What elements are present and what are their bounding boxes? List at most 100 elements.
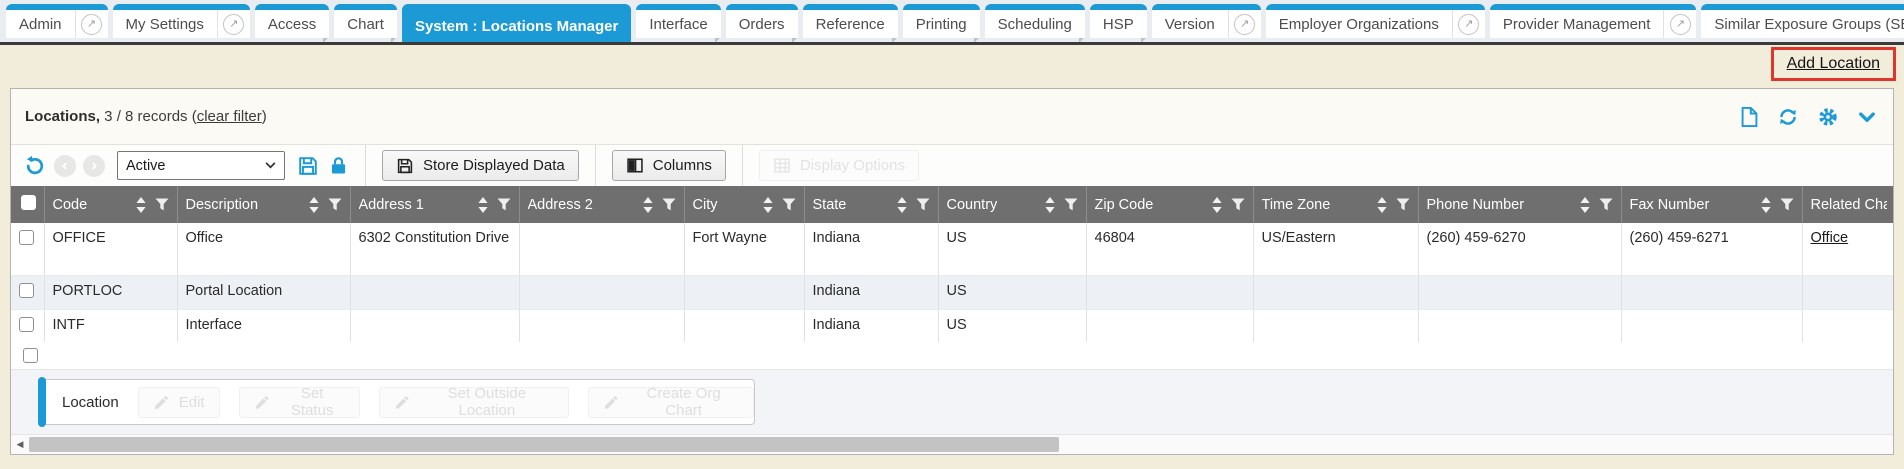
cell-phone: (260) 459-6270 <box>1418 223 1621 275</box>
sort-icon[interactable] <box>478 197 488 213</box>
column-header-phone-number[interactable]: Phone Number <box>1418 186 1621 223</box>
refresh-icon[interactable] <box>1777 106 1799 128</box>
column-header-address2[interactable]: Address 2 <box>519 186 684 223</box>
gear-icon[interactable] <box>1817 106 1839 128</box>
sort-icon[interactable] <box>1377 197 1387 213</box>
cell-code: OFFICE <box>44 223 177 275</box>
filter-icon[interactable] <box>1064 198 1078 211</box>
tab-admin[interactable]: Admin ↗ <box>6 4 108 38</box>
filter-icon[interactable] <box>1780 198 1794 211</box>
select-all-checkbox[interactable] <box>21 195 36 210</box>
table-header-row: Code Description Address 1 Address 2 Cit… <box>11 186 1893 223</box>
cell-country: US <box>938 223 1086 275</box>
sort-icon[interactable] <box>1045 197 1055 213</box>
tab-bar-divider <box>0 42 1904 45</box>
location-action-bar: Location Edit Set Status Set Outside Loc… <box>39 379 755 425</box>
filter-icon[interactable] <box>916 198 930 211</box>
cell-related-chart <box>1802 309 1893 343</box>
cell-address2 <box>519 309 684 343</box>
cell-state: Indiana <box>804 309 938 343</box>
footer-select-all-checkbox[interactable] <box>23 348 38 363</box>
filter-icon[interactable] <box>328 198 342 211</box>
filter-icon[interactable] <box>1396 198 1410 211</box>
filter-icon[interactable] <box>662 198 676 211</box>
save-view-icon[interactable] <box>297 155 319 177</box>
previous-page-icon[interactable] <box>54 155 76 177</box>
sort-icon[interactable] <box>1580 197 1590 213</box>
sort-icon[interactable] <box>897 197 907 213</box>
sort-icon[interactable] <box>309 197 319 213</box>
tab-chart[interactable]: Chart <box>334 4 397 38</box>
status-filter-select[interactable]: Active <box>117 151 285 180</box>
cell-zip: 46804 <box>1086 223 1253 275</box>
sort-icon[interactable] <box>643 197 653 213</box>
column-header-time-zone[interactable]: Time Zone <box>1253 186 1418 223</box>
add-location-link[interactable]: Add Location <box>1787 55 1880 72</box>
sort-icon[interactable] <box>136 197 146 213</box>
tab-employer-organizations[interactable]: Employer Organizations ↗ <box>1266 4 1485 38</box>
row-checkbox[interactable] <box>19 283 34 298</box>
table-row: INTF Interface Indiana US <box>11 309 1893 343</box>
filter-icon[interactable] <box>155 198 169 211</box>
open-new-window-icon[interactable]: ↗ <box>223 14 244 35</box>
column-header-description[interactable]: Description <box>177 186 350 223</box>
panel-title-text: Locations, <box>25 108 100 125</box>
row-checkbox[interactable] <box>19 317 34 332</box>
column-header-country[interactable]: Country <box>938 186 1086 223</box>
open-new-window-icon[interactable]: ↗ <box>1234 14 1255 35</box>
tab-printing[interactable]: Printing <box>903 4 980 38</box>
open-new-window-icon[interactable]: ↗ <box>81 14 102 35</box>
cell-timezone: US/Eastern <box>1253 223 1418 275</box>
chevron-down-icon[interactable] <box>1857 107 1877 127</box>
undo-reset-icon[interactable] <box>23 154 47 178</box>
tab-system-locations-manager[interactable]: System : Locations Manager <box>402 4 631 42</box>
column-header-state[interactable]: State <box>804 186 938 223</box>
filter-icon[interactable] <box>497 198 511 211</box>
tab-access[interactable]: Access <box>255 4 329 38</box>
sort-icon[interactable] <box>1212 197 1222 213</box>
section-accent-bar <box>38 377 46 427</box>
clear-filter-link[interactable]: clear filter <box>197 108 262 125</box>
tab-scheduling[interactable]: Scheduling <box>985 4 1085 38</box>
horizontal-scrollbar[interactable]: ◀ <box>11 434 1893 454</box>
filter-icon[interactable] <box>782 198 796 211</box>
lock-icon[interactable] <box>328 155 349 177</box>
columns-button[interactable]: Columns <box>612 150 726 181</box>
tab-hsp[interactable]: HSP <box>1090 4 1147 38</box>
open-new-window-icon[interactable]: ↗ <box>1458 14 1479 35</box>
filter-icon[interactable] <box>1599 198 1613 211</box>
column-header-related-charts[interactable]: Related Cha <box>1802 186 1893 223</box>
pencil-icon <box>153 394 170 411</box>
sort-icon[interactable] <box>1761 197 1771 213</box>
tab-my-settings[interactable]: My Settings ↗ <box>113 4 250 38</box>
tab-reference[interactable]: Reference <box>803 4 898 38</box>
row-checkbox[interactable] <box>19 230 34 245</box>
new-document-icon[interactable] <box>1740 106 1759 128</box>
scroll-left-arrow-icon[interactable]: ◀ <box>11 435 29 454</box>
tab-orders[interactable]: Orders <box>726 4 798 38</box>
column-header-fax-number[interactable]: Fax Number <box>1621 186 1802 223</box>
cell-description: Interface <box>177 309 350 343</box>
store-displayed-data-button[interactable]: Store Displayed Data <box>382 150 579 181</box>
cell-address1: 6302 Constitution Drive <box>350 223 519 275</box>
tab-similar-exposure-groups[interactable]: Similar Exposure Groups (SEGs) ↗ <box>1701 4 1904 38</box>
cell-city <box>684 275 804 309</box>
open-new-window-icon[interactable]: ↗ <box>1670 14 1691 35</box>
display-options-button: Display Options <box>759 150 919 181</box>
column-header-code[interactable]: Code <box>44 186 177 223</box>
create-org-chart-button: Create Org Chart <box>588 387 754 418</box>
tab-version[interactable]: Version ↗ <box>1152 4 1261 38</box>
next-page-icon[interactable] <box>83 155 105 177</box>
tab-interface[interactable]: Interface <box>636 4 720 38</box>
column-header-city[interactable]: City <box>684 186 804 223</box>
scrollbar-thumb[interactable] <box>29 437 1059 452</box>
cell-fax <box>1621 309 1802 343</box>
select-all-header-checkbox-cell <box>11 186 44 223</box>
related-chart-link[interactable]: Office <box>1811 230 1849 246</box>
filter-icon[interactable] <box>1231 198 1245 211</box>
set-outside-location-button: Set Outside Location <box>379 387 568 418</box>
column-header-address1[interactable]: Address 1 <box>350 186 519 223</box>
column-header-zip-code[interactable]: Zip Code <box>1086 186 1253 223</box>
sort-icon[interactable] <box>763 197 773 213</box>
tab-provider-management[interactable]: Provider Management ↗ <box>1490 4 1697 38</box>
